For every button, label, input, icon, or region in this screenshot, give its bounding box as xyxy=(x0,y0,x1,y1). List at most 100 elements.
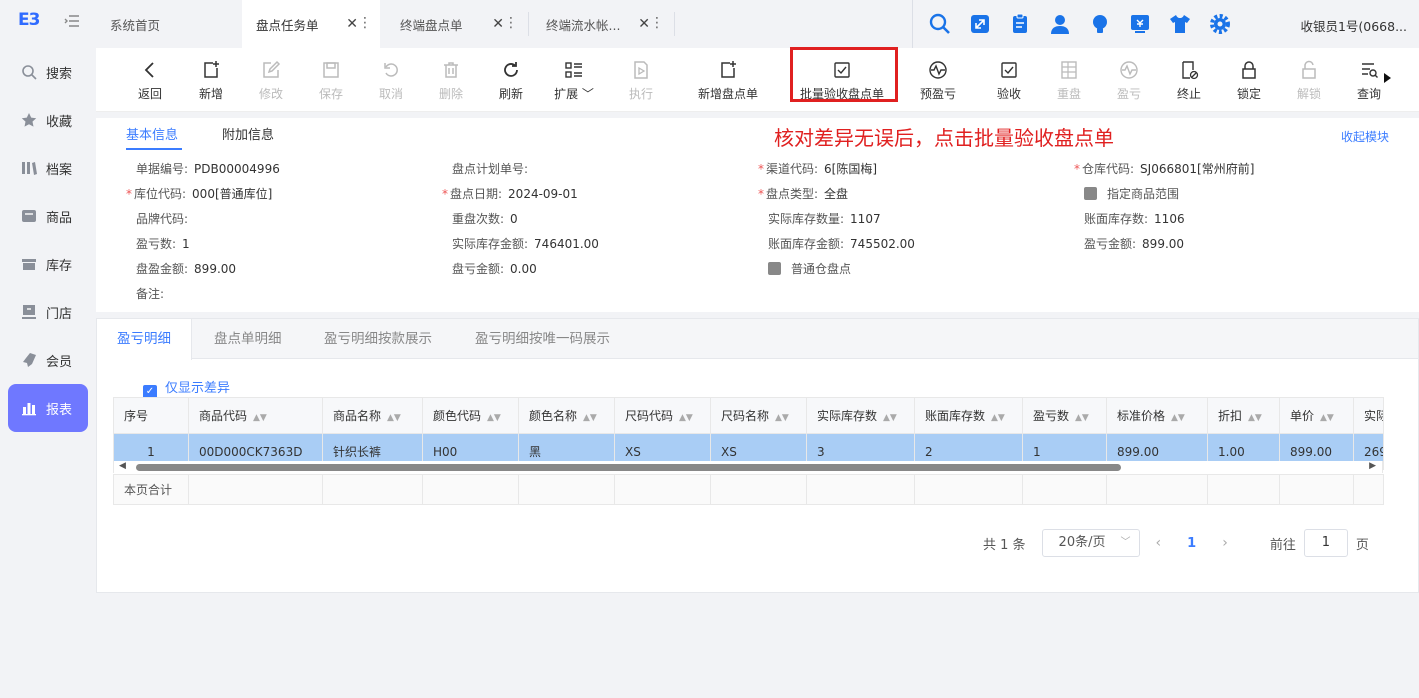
nav-item-report[interactable]: 报表 xyxy=(8,384,88,432)
execute-label: 执行 xyxy=(628,87,653,101)
refresh-icon xyxy=(501,59,521,81)
nav-item-star[interactable]: 收藏 xyxy=(8,96,88,144)
more-vertical-icon[interactable]: ⋮ xyxy=(650,15,664,31)
nav-item-member[interactable]: 会员 xyxy=(8,336,88,384)
terminate-button[interactable]: 终止 xyxy=(1170,48,1208,112)
scroll-right-icon[interactable] xyxy=(1382,72,1392,87)
clipboard-icon[interactable] xyxy=(1008,12,1032,36)
nav-item-product[interactable]: 商品 xyxy=(8,192,88,240)
tab-count-task[interactable]: 盘点任务单 ✕ ⋮ xyxy=(242,0,380,48)
delete-button[interactable]: 删除 xyxy=(432,48,470,112)
new-count-button[interactable]: 新增盘点单 xyxy=(694,48,762,112)
execute-button[interactable]: 执行 xyxy=(622,48,660,112)
column-header[interactable]: 尺码代码 ▲▼ xyxy=(614,397,711,434)
prev-page-icon[interactable]: ‹ xyxy=(1156,535,1162,551)
chevron-down-icon: ﹀ xyxy=(1120,537,1131,548)
query-icon xyxy=(1359,59,1379,81)
lightbulb-icon[interactable] xyxy=(1088,12,1112,36)
expand-button[interactable]: 扩展 ﹀ xyxy=(552,48,596,112)
tab-count-detail[interactable]: 盘点单明细 xyxy=(194,319,302,359)
edit-button[interactable]: 修改 xyxy=(252,48,290,112)
column-header[interactable]: 序号 xyxy=(113,397,189,434)
close-icon[interactable]: ✕ xyxy=(638,16,650,32)
sort-icon[interactable]: ▲▼ xyxy=(487,413,501,423)
scroll-left-icon[interactable]: ◀ xyxy=(119,461,126,471)
tab-diff-by-style[interactable]: 盈亏明细按款展示 xyxy=(304,319,452,359)
back-button[interactable]: 返回 xyxy=(132,48,168,112)
sort-icon[interactable]: ▲▼ xyxy=(583,413,597,423)
only-diff-checkbox[interactable]: ✓ 仅显示差异 xyxy=(143,377,230,399)
column-header[interactable]: 商品名称 ▲▼ xyxy=(322,397,423,434)
nav-item-archive[interactable]: 档案 xyxy=(8,144,88,192)
scrollbar-thumb[interactable] xyxy=(136,464,1121,471)
tab-basic-info[interactable]: 基本信息 xyxy=(126,124,178,143)
column-header[interactable]: 折扣 ▲▼ xyxy=(1207,397,1280,434)
nav-item-store[interactable]: 门店 xyxy=(8,288,88,336)
close-icon[interactable]: ✕ xyxy=(346,16,358,32)
sort-icon[interactable]: ▲▼ xyxy=(775,413,789,423)
cancel-button[interactable]: 取消 xyxy=(372,48,410,112)
unlock-button[interactable]: 解锁 xyxy=(1290,48,1328,112)
sort-icon[interactable]: ▲▼ xyxy=(883,413,897,423)
nav-label: 收藏 xyxy=(46,114,73,130)
tab-home[interactable]: 系统首页 xyxy=(96,0,242,48)
lock-icon xyxy=(1240,59,1258,81)
field-loss-amt: 盘亏金额: 0.00 xyxy=(452,262,537,276)
column-header[interactable]: 账面库存数 ▲▼ xyxy=(914,397,1023,434)
accept-button[interactable]: 验收 xyxy=(990,48,1028,112)
profit-loss-button[interactable]: 盈亏 xyxy=(1110,48,1148,112)
scroll-right-icon[interactable]: ▶ xyxy=(1369,461,1376,471)
sort-icon[interactable]: ▲▼ xyxy=(1320,413,1334,423)
fullscreen-icon[interactable] xyxy=(968,12,992,36)
cashier-icon[interactable] xyxy=(1128,12,1152,36)
user-icon[interactable] xyxy=(1048,12,1072,36)
current-page[interactable]: 1 xyxy=(1187,536,1196,551)
column-header[interactable]: 盈亏数 ▲▼ xyxy=(1022,397,1107,434)
checkbox-normal-warehouse[interactable]: 普通仓盘点 xyxy=(768,260,851,277)
save-button[interactable]: 保存 xyxy=(312,48,350,112)
close-icon[interactable]: ✕ xyxy=(492,16,504,32)
refresh-button[interactable]: 刷新 xyxy=(492,48,530,112)
column-header[interactable]: 实际库存数 ▲▼ xyxy=(806,397,915,434)
menu-toggle-icon[interactable] xyxy=(64,14,82,30)
horizontal-scrollbar[interactable]: ◀ ▶ xyxy=(113,461,1383,473)
lock-button[interactable]: 锁定 xyxy=(1230,48,1268,112)
tab-terminal-count[interactable]: 终端盘点单 ✕ ⋮ xyxy=(386,0,526,48)
column-header[interactable]: 单价 ▲▼ xyxy=(1279,397,1354,434)
page-size-select[interactable]: 20条/页 ﹀ xyxy=(1041,529,1140,557)
column-header[interactable]: 实际 xyxy=(1353,397,1384,434)
collapse-link[interactable]: 收起模块 xyxy=(1341,128,1389,145)
checkbox-specified-range[interactable]: 指定商品范围 xyxy=(1084,185,1179,202)
column-header[interactable]: 颜色代码 ▲▼ xyxy=(422,397,519,434)
sort-icon[interactable]: ▲▼ xyxy=(1171,413,1185,423)
add-button[interactable]: 新增 xyxy=(192,48,230,112)
top-tab-bar: 系统首页 盘点任务单 ✕ ⋮ 终端盘点单 ✕ ⋮ 终端流水帐... ✕ ⋮ 收银员1号(06… xyxy=(96,0,1419,48)
sort-icon[interactable]: ▲▼ xyxy=(991,413,1005,423)
column-header[interactable]: 商品代码 ▲▼ xyxy=(188,397,323,434)
next-page-icon[interactable]: › xyxy=(1222,535,1228,551)
sort-icon[interactable]: ▲▼ xyxy=(1248,413,1262,423)
sort-icon[interactable]: ▲▼ xyxy=(679,413,693,423)
tab-diff-detail[interactable]: 盈亏明细 xyxy=(97,319,192,360)
field-remark: 备注: xyxy=(136,287,165,301)
page-number-input[interactable]: 1 xyxy=(1303,529,1348,557)
pre-diff-button[interactable]: 预盈亏 xyxy=(918,48,958,112)
more-vertical-icon[interactable]: ⋮ xyxy=(504,15,518,31)
recount-button[interactable]: 重盘 xyxy=(1050,48,1088,112)
tab-terminal-ledger[interactable]: 终端流水帐... ✕ ⋮ xyxy=(532,0,672,48)
shirt-icon[interactable] xyxy=(1168,12,1192,36)
nav-item-inventory[interactable]: 库存 xyxy=(8,240,88,288)
sort-icon[interactable]: ▲▼ xyxy=(387,413,401,423)
user-name[interactable]: 收银员1号(0668... xyxy=(1300,16,1407,35)
search-icon[interactable] xyxy=(928,12,952,36)
nav-item-search[interactable]: 搜索 xyxy=(8,48,88,96)
more-vertical-icon[interactable]: ⋮ xyxy=(358,15,372,31)
tab-diff-by-code[interactable]: 盈亏明细按唯一码展示 xyxy=(455,319,630,359)
sort-icon[interactable]: ▲▼ xyxy=(253,413,267,423)
column-header[interactable]: 颜色名称 ▲▼ xyxy=(518,397,615,434)
column-header[interactable]: 标准价格 ▲▼ xyxy=(1106,397,1208,434)
sort-icon[interactable]: ▲▼ xyxy=(1075,413,1089,423)
column-header[interactable]: 尺码名称 ▲▼ xyxy=(710,397,807,434)
tab-extra-info[interactable]: 附加信息 xyxy=(222,124,274,143)
gear-icon[interactable] xyxy=(1208,12,1232,36)
